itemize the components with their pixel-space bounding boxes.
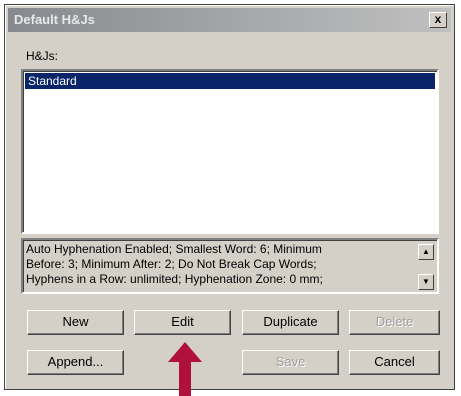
scroll-down-icon: ▼ <box>422 277 430 286</box>
duplicate-button[interactable]: Duplicate <box>242 310 339 335</box>
description-line: Auto Hyphenation Enabled; Smallest Word:… <box>26 242 322 256</box>
title-bar[interactable]: Default H&Js x <box>8 8 451 32</box>
up-arrow-icon <box>168 342 202 396</box>
description-line: Before: 3; Minimum After: 2; Do Not Brea… <box>26 257 317 271</box>
hj-description-text: Auto Hyphenation Enabled; Smallest Word:… <box>26 242 416 287</box>
close-icon: x <box>434 12 442 26</box>
new-button[interactable]: New <box>27 310 124 335</box>
window-title: Default H&Js <box>14 12 95 27</box>
scroll-up-icon: ▲ <box>422 247 430 256</box>
hjs-label: H&Js: <box>26 49 59 63</box>
scroll-down-button[interactable]: ▼ <box>418 274 434 290</box>
close-button[interactable]: x <box>429 12 447 28</box>
list-item-standard[interactable]: Standard <box>25 73 435 89</box>
annotation-arrow <box>168 342 202 396</box>
edit-button[interactable]: Edit <box>134 310 231 335</box>
cancel-button[interactable]: Cancel <box>349 350 440 375</box>
append-button[interactable]: Append... <box>27 350 124 375</box>
hj-description-box: Auto Hyphenation Enabled; Smallest Word:… <box>21 238 439 294</box>
hjs-listbox[interactable]: Standard <box>21 69 439 234</box>
delete-button[interactable]: Delete <box>349 310 440 335</box>
save-button[interactable]: Save <box>242 350 339 375</box>
description-scrollbar[interactable]: ▲ ▼ <box>418 244 434 290</box>
scroll-up-button[interactable]: ▲ <box>418 244 434 260</box>
description-line: Hyphens in a Row: unlimited; Hyphenation… <box>26 272 323 286</box>
